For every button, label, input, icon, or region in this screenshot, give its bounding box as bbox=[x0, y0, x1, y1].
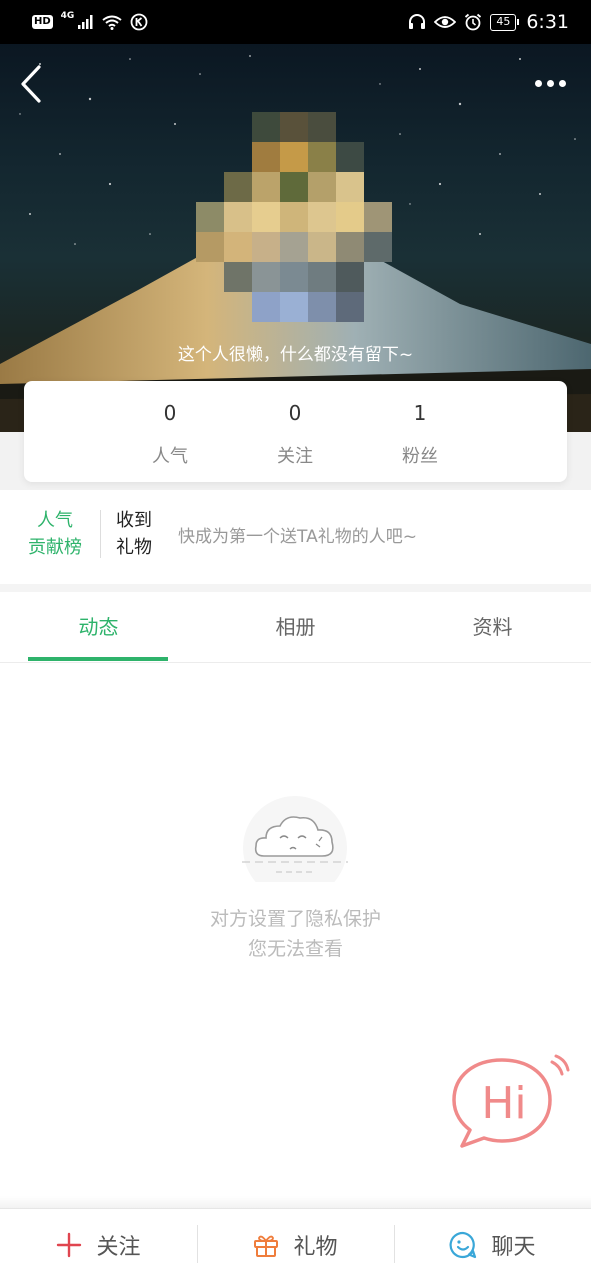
hi-bubble-icon: Hi bbox=[452, 1054, 570, 1148]
tab-moments[interactable]: 动态 bbox=[0, 592, 197, 663]
chat-label: 聊天 bbox=[491, 1235, 536, 1260]
tab-album[interactable]: 相册 bbox=[197, 592, 394, 663]
stat-value: 0 bbox=[288, 401, 302, 425]
clock: 6:31 bbox=[526, 11, 569, 33]
status-left: HD 4G bbox=[32, 10, 148, 31]
sleepy-cloud-icon bbox=[242, 796, 348, 882]
hd-badge: HD bbox=[32, 15, 53, 29]
avatar[interactable] bbox=[196, 112, 392, 322]
status-bar: HD 4G 45 6:31 bbox=[0, 0, 591, 44]
gift-button[interactable]: 礼物 bbox=[197, 1209, 394, 1280]
alarm-icon bbox=[464, 13, 482, 31]
gift-label: 礼物 bbox=[293, 1235, 338, 1260]
stat-label: 人气 bbox=[152, 446, 188, 467]
stat-following[interactable]: 0 关注 bbox=[235, 381, 355, 482]
back-button[interactable] bbox=[16, 62, 46, 106]
contribution-rank-link[interactable]: 人气 贡献榜 bbox=[22, 507, 88, 561]
stat-value: 0 bbox=[163, 401, 177, 425]
section-separator bbox=[0, 584, 591, 592]
profile-tabs: 动态 相册 资料 bbox=[0, 592, 591, 663]
privacy-submessage: 您无法查看 bbox=[247, 938, 343, 960]
say-hi-button[interactable]: Hi bbox=[446, 1054, 570, 1154]
stat-label: 关注 bbox=[277, 446, 313, 467]
chevron-left-icon bbox=[21, 65, 41, 103]
privacy-message: 对方设置了隐私保护 bbox=[209, 908, 381, 930]
gift-hint-text: 快成为第一个送TA礼物的人吧~ bbox=[178, 527, 417, 547]
follow-label: 关注 bbox=[96, 1235, 141, 1260]
battery-icon: 45 bbox=[490, 13, 520, 31]
rank-label-line2: 贡献榜 bbox=[28, 537, 82, 558]
headphones-icon bbox=[408, 14, 426, 30]
bottom-action-bar: 关注 礼物 聊天 bbox=[0, 1208, 591, 1280]
wifi-icon bbox=[102, 15, 122, 30]
chat-icon bbox=[450, 1231, 477, 1259]
stat-popularity[interactable]: 0 人气 bbox=[110, 381, 230, 482]
more-button[interactable] bbox=[527, 70, 573, 96]
received-gifts-label: 收到 礼物 bbox=[116, 507, 160, 561]
rank-label-line1: 人气 bbox=[37, 510, 73, 531]
eye-icon bbox=[434, 15, 457, 29]
tab-profile-info[interactable]: 资料 bbox=[394, 592, 591, 663]
signal-icon bbox=[78, 15, 94, 29]
active-tab-indicator bbox=[28, 657, 168, 661]
plus-icon bbox=[57, 1232, 82, 1258]
divider bbox=[100, 510, 101, 558]
status-right: 45 6:31 bbox=[408, 11, 569, 33]
follow-button[interactable]: 关注 bbox=[0, 1209, 197, 1280]
gift-icon bbox=[254, 1235, 279, 1257]
k-icon bbox=[130, 13, 148, 31]
received-label-line1: 收到 bbox=[116, 510, 152, 531]
stat-fans[interactable]: 1 粉丝 bbox=[360, 381, 480, 482]
hi-label: Hi bbox=[481, 1078, 526, 1129]
more-dot-icon bbox=[546, 79, 554, 87]
stat-label: 粉丝 bbox=[402, 446, 438, 467]
stat-value: 1 bbox=[413, 401, 427, 425]
gift-section[interactable]: 人气 贡献榜 收到 礼物 快成为第一个送TA礼物的人吧~ bbox=[0, 490, 591, 584]
more-dot-icon bbox=[534, 79, 542, 87]
chat-button[interactable]: 聊天 bbox=[394, 1209, 591, 1280]
profile-bio: 这个人很懒，什么都没有留下~ bbox=[177, 345, 414, 365]
stats-card: 0 人气 0 关注 1 粉丝 bbox=[24, 381, 567, 482]
profile-page: HD 4G 45 6:31 这个人很懒，什么都没有留下~ 0 人气 0 关注 1… bbox=[0, 0, 591, 1280]
received-label-line2: 礼物 bbox=[116, 537, 152, 558]
more-dot-icon bbox=[558, 79, 566, 87]
network-type: 4G bbox=[60, 10, 75, 21]
